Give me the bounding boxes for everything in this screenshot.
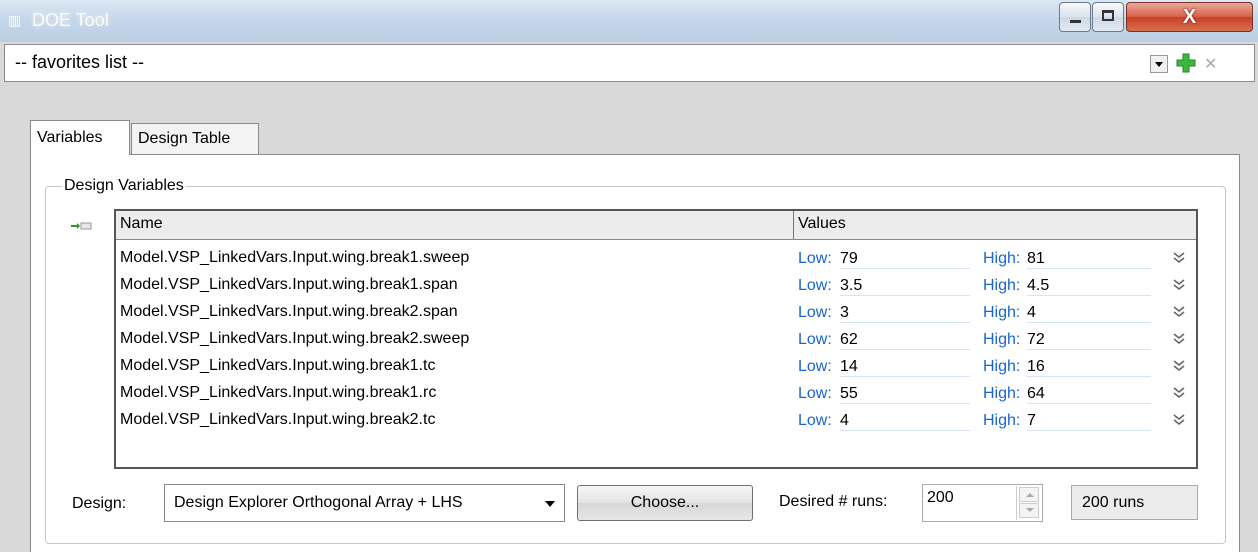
expand-chevron-icon[interactable]: [1172, 386, 1186, 400]
design-variables-table[interactable]: Name Values Model.VSP_LinkedVars.Input.w…: [114, 209, 1198, 469]
table-row[interactable]: Model.VSP_LinkedVars.Input.wing.break2.t…: [116, 410, 1196, 432]
runs-result-value: 200 runs: [1082, 494, 1145, 511]
maximize-button[interactable]: [1092, 2, 1124, 32]
maximize-icon: [1102, 10, 1114, 21]
low-value-field[interactable]: 55: [840, 385, 970, 404]
high-value-field[interactable]: 16: [1027, 358, 1151, 377]
table-row[interactable]: Model.VSP_LinkedVars.Input.wing.break1.s…: [116, 275, 1196, 297]
high-value-field[interactable]: 4: [1027, 304, 1151, 323]
design-label: Design:: [72, 495, 127, 512]
low-label: Low:: [798, 277, 832, 294]
low-label: Low:: [798, 385, 832, 402]
tab-variables[interactable]: Variables: [30, 120, 130, 155]
tab-design-table[interactable]: Design Table: [131, 123, 259, 155]
spin-up-icon[interactable]: [1019, 487, 1039, 502]
expand-chevron-icon[interactable]: [1172, 278, 1186, 292]
high-label: High:: [983, 385, 1021, 402]
favorites-dropdown[interactable]: -- favorites list -- ✕: [4, 44, 1255, 82]
low-value-field[interactable]: 79: [840, 250, 970, 269]
low-value-field[interactable]: 3.5: [840, 277, 970, 296]
high-value-field[interactable]: 64: [1027, 385, 1151, 404]
table-row[interactable]: Model.VSP_LinkedVars.Input.wing.break2.s…: [116, 302, 1196, 324]
high-label: High:: [983, 277, 1021, 294]
high-value-field[interactable]: 72: [1027, 331, 1151, 350]
chevron-down-icon: [1155, 62, 1163, 67]
expand-chevron-icon[interactable]: [1172, 413, 1186, 427]
favorites-dropdown-arrow[interactable]: [1150, 55, 1168, 73]
low-value-field[interactable]: 62: [840, 331, 970, 350]
variable-name: Model.VSP_LinkedVars.Input.wing.break2.s…: [120, 303, 458, 320]
expand-chevron-icon[interactable]: [1172, 305, 1186, 319]
low-label: Low:: [798, 304, 832, 321]
design-method-value: Design Explorer Orthogonal Array + LHS: [174, 494, 463, 511]
variable-name: Model.VSP_LinkedVars.Input.wing.break2.s…: [120, 330, 470, 347]
expand-chevron-icon[interactable]: [1172, 251, 1186, 265]
table-header: Name Values: [116, 211, 1196, 240]
runs-result-field: 200 runs: [1071, 485, 1198, 520]
pin-icon[interactable]: [70, 220, 94, 232]
app-icon: ▥: [8, 12, 22, 28]
expand-chevron-icon[interactable]: [1172, 359, 1186, 373]
group-label: Design Variables: [62, 177, 186, 195]
window-title: DOE Tool: [32, 10, 109, 30]
variable-name: Model.VSP_LinkedVars.Input.wing.break1.s…: [120, 249, 470, 266]
favorites-value: -- favorites list --: [15, 52, 145, 72]
table-row[interactable]: Model.VSP_LinkedVars.Input.wing.break2.s…: [116, 329, 1196, 351]
high-value-field[interactable]: 7: [1027, 412, 1151, 431]
minimize-icon: [1070, 20, 1081, 23]
low-value-field[interactable]: 3: [840, 304, 970, 323]
design-method-select[interactable]: Design Explorer Orthogonal Array + LHS: [164, 484, 565, 522]
table-row[interactable]: Model.VSP_LinkedVars.Input.wing.break1.r…: [116, 383, 1196, 405]
high-label: High:: [983, 304, 1021, 321]
high-value-field[interactable]: 4.5: [1027, 277, 1151, 296]
high-label: High:: [983, 412, 1021, 429]
minimize-button[interactable]: [1059, 2, 1091, 32]
variable-name: Model.VSP_LinkedVars.Input.wing.break2.t…: [120, 411, 436, 428]
column-divider[interactable]: [793, 211, 794, 239]
low-value-field[interactable]: 14: [840, 358, 970, 377]
spin-down-icon[interactable]: [1019, 503, 1039, 518]
high-label: High:: [983, 331, 1021, 348]
column-header-values[interactable]: Values: [798, 215, 846, 233]
add-favorite-icon[interactable]: [1175, 52, 1197, 74]
desired-runs-value: 200: [927, 489, 954, 506]
table-row[interactable]: Model.VSP_LinkedVars.Input.wing.break1.t…: [116, 356, 1196, 378]
column-header-name[interactable]: Name: [120, 215, 163, 233]
remove-favorite-icon[interactable]: ✕: [1204, 54, 1217, 74]
low-label: Low:: [798, 331, 832, 348]
high-value-field[interactable]: 81: [1027, 250, 1151, 269]
high-label: High:: [983, 358, 1021, 375]
table-row[interactable]: Model.VSP_LinkedVars.Input.wing.break1.s…: [116, 248, 1196, 270]
high-label: High:: [983, 250, 1021, 267]
chevron-down-icon: [545, 501, 555, 507]
low-value-field[interactable]: 4: [840, 412, 970, 431]
variable-name: Model.VSP_LinkedVars.Input.wing.break1.t…: [120, 357, 436, 374]
title-bar: ▥ DOE Tool X: [0, 0, 1258, 42]
close-button[interactable]: X: [1126, 2, 1253, 32]
low-label: Low:: [798, 250, 832, 267]
low-label: Low:: [798, 412, 832, 429]
close-icon: X: [1182, 6, 1197, 28]
variable-name: Model.VSP_LinkedVars.Input.wing.break1.r…: [120, 384, 437, 401]
desired-runs-label: Desired # runs:: [779, 493, 888, 510]
variable-name: Model.VSP_LinkedVars.Input.wing.break1.s…: [120, 276, 458, 293]
low-label: Low:: [798, 358, 832, 375]
expand-chevron-icon[interactable]: [1172, 332, 1186, 346]
choose-button[interactable]: Choose...: [577, 485, 753, 521]
runs-spinner[interactable]: [1016, 486, 1042, 520]
